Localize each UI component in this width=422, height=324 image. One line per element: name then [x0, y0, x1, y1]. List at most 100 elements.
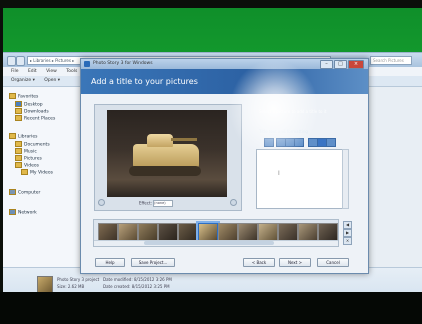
- details-date: Date modified: 8/15/2012 3:26 PM: [103, 277, 172, 282]
- filmstrip-thumbnail[interactable]: [278, 223, 298, 241]
- details-size: Size: 2.62 MB: [57, 284, 85, 289]
- back-button[interactable]: [7, 56, 16, 66]
- filmstrip-thumbnail[interactable]: [218, 223, 238, 241]
- nav-computer[interactable]: Computer: [9, 189, 40, 196]
- effect-row: Effect: (none): [139, 200, 174, 207]
- delete-picture-button[interactable]: ×: [343, 237, 352, 245]
- filmstrip: [93, 219, 339, 247]
- star-icon: [9, 93, 16, 99]
- dialog-titlebar: Photo Story 3 for Windows – □ ×: [81, 59, 368, 69]
- organize-button[interactable]: Organize ▾: [11, 78, 35, 83]
- nav-label: Documents: [24, 142, 50, 148]
- nav-my-videos[interactable]: My Videos: [21, 169, 53, 176]
- nav-recent-places[interactable]: Recent Places: [15, 115, 55, 122]
- monitor-screen: ▸ Libraries ▸ Pictures ▸ Search Pictures…: [3, 8, 422, 314]
- nav-libraries[interactable]: Libraries: [9, 133, 37, 140]
- back-button[interactable]: < Back: [243, 258, 275, 267]
- rotate-right-icon[interactable]: [230, 199, 237, 206]
- nav-music[interactable]: Music: [15, 148, 37, 155]
- nav-label: Computer: [18, 190, 41, 196]
- filmstrip-thumbnail[interactable]: [298, 223, 318, 241]
- tank-turret: [147, 134, 173, 147]
- nav-favorites[interactable]: Favorites: [9, 93, 38, 100]
- nav-pictures[interactable]: Pictures: [15, 155, 42, 162]
- menu-view[interactable]: View: [46, 69, 57, 74]
- filmstrip-thumbnail[interactable]: [238, 223, 258, 241]
- step-title: Add a title to your pictures: [91, 77, 198, 86]
- nav-label: Network: [18, 210, 37, 216]
- menu-edit[interactable]: Edit: [28, 69, 37, 74]
- title-text-input[interactable]: I: [256, 149, 344, 209]
- nav-label: Favorites: [18, 94, 39, 100]
- nav-network[interactable]: Network: [9, 209, 37, 216]
- tank-gun: [171, 138, 197, 141]
- text-caret: I: [278, 170, 280, 177]
- library-icon: [9, 133, 16, 139]
- computer-icon: [9, 189, 16, 195]
- filmstrip-scrollbar[interactable]: [94, 240, 338, 246]
- photo-story-icon: [84, 61, 90, 67]
- nav-label: Desktop: [24, 102, 43, 108]
- filmstrip-thumbnail[interactable]: [118, 223, 138, 241]
- valign-bottom-icon[interactable]: [326, 138, 336, 147]
- video-icon: [15, 162, 22, 168]
- filmstrip-thumbnail[interactable]: [98, 223, 118, 241]
- effect-label: Effect:: [139, 200, 152, 206]
- menu-file[interactable]: File: [11, 69, 19, 74]
- minimize-button[interactable]: –: [320, 60, 333, 69]
- tank-body: [133, 144, 199, 168]
- close-button[interactable]: ×: [348, 60, 364, 69]
- nav-label: Downloads: [24, 109, 49, 115]
- filmstrip-thumbnail[interactable]: [138, 223, 158, 241]
- pictures-icon: [15, 155, 22, 161]
- filmstrip-thumbnail-selected[interactable]: [196, 221, 220, 243]
- save-project-button[interactable]: Save Project...: [131, 258, 175, 267]
- maximize-button[interactable]: □: [334, 60, 347, 69]
- open-button[interactable]: Open ▾: [44, 78, 60, 83]
- filmstrip-thumbnail[interactable]: [178, 223, 198, 241]
- navigation-pane: Favorites Desktop Downloads Recent Place…: [3, 87, 84, 267]
- monitor-bezel: [0, 292, 422, 324]
- font-button[interactable]: [264, 138, 274, 147]
- folder-icon: [15, 108, 22, 114]
- text-scrollbar[interactable]: [342, 149, 349, 209]
- title-formatting-label: Title text and formatting: [259, 129, 308, 134]
- scroll-thumb[interactable]: [144, 241, 274, 245]
- details-created: Date created: 8/15/2012 3:25 PM: [103, 284, 170, 289]
- move-right-button[interactable]: ▶: [343, 229, 352, 237]
- nav-label: Music: [24, 149, 37, 155]
- effect-dropdown[interactable]: (none): [153, 200, 174, 207]
- forward-button[interactable]: [16, 56, 25, 66]
- nav-desktop[interactable]: Desktop: [15, 101, 43, 108]
- nav-label: Pictures: [24, 156, 42, 162]
- filmstrip-thumbnail[interactable]: [318, 223, 338, 241]
- nav-documents[interactable]: Documents: [15, 141, 50, 148]
- nav-label: Recent Places: [24, 116, 56, 122]
- picture-preview: Effect: (none): [94, 104, 242, 211]
- music-icon: [15, 148, 22, 154]
- step-header: Add a title to your pictures: [81, 69, 368, 94]
- folder-icon: [21, 169, 28, 175]
- search-input[interactable]: Search Pictures: [370, 56, 412, 65]
- nav-videos[interactable]: Videos: [15, 162, 39, 169]
- title-help-text: Select a picture to add a title to it: [259, 109, 327, 114]
- help-button[interactable]: Help: [95, 258, 125, 267]
- filmstrip-thumbnail[interactable]: [258, 223, 278, 241]
- text-format-toolbar: [264, 138, 346, 147]
- nav-downloads[interactable]: Downloads: [15, 108, 49, 115]
- cancel-button[interactable]: Cancel: [317, 258, 349, 267]
- desktop-icon: [15, 101, 22, 107]
- preview-image: [107, 110, 227, 197]
- rotate-left-icon[interactable]: [98, 199, 105, 206]
- next-button[interactable]: Next >: [279, 258, 311, 267]
- network-icon: [9, 209, 16, 215]
- tank-tracks: [129, 166, 201, 176]
- dialog-button-row: Help Save Project... < Back Next > Cance…: [81, 258, 368, 267]
- details-name: Photo Story 3 project: [57, 277, 100, 282]
- align-right-icon[interactable]: [294, 138, 304, 147]
- window-title: Photo Story 3 for Windows: [93, 61, 153, 66]
- move-left-button[interactable]: ◀: [343, 221, 352, 229]
- menu-tools[interactable]: Tools: [66, 69, 77, 74]
- photo-story-dialog: Photo Story 3 for Windows – □ × Add a titl…: [80, 58, 369, 274]
- filmstrip-thumbnail[interactable]: [158, 223, 178, 241]
